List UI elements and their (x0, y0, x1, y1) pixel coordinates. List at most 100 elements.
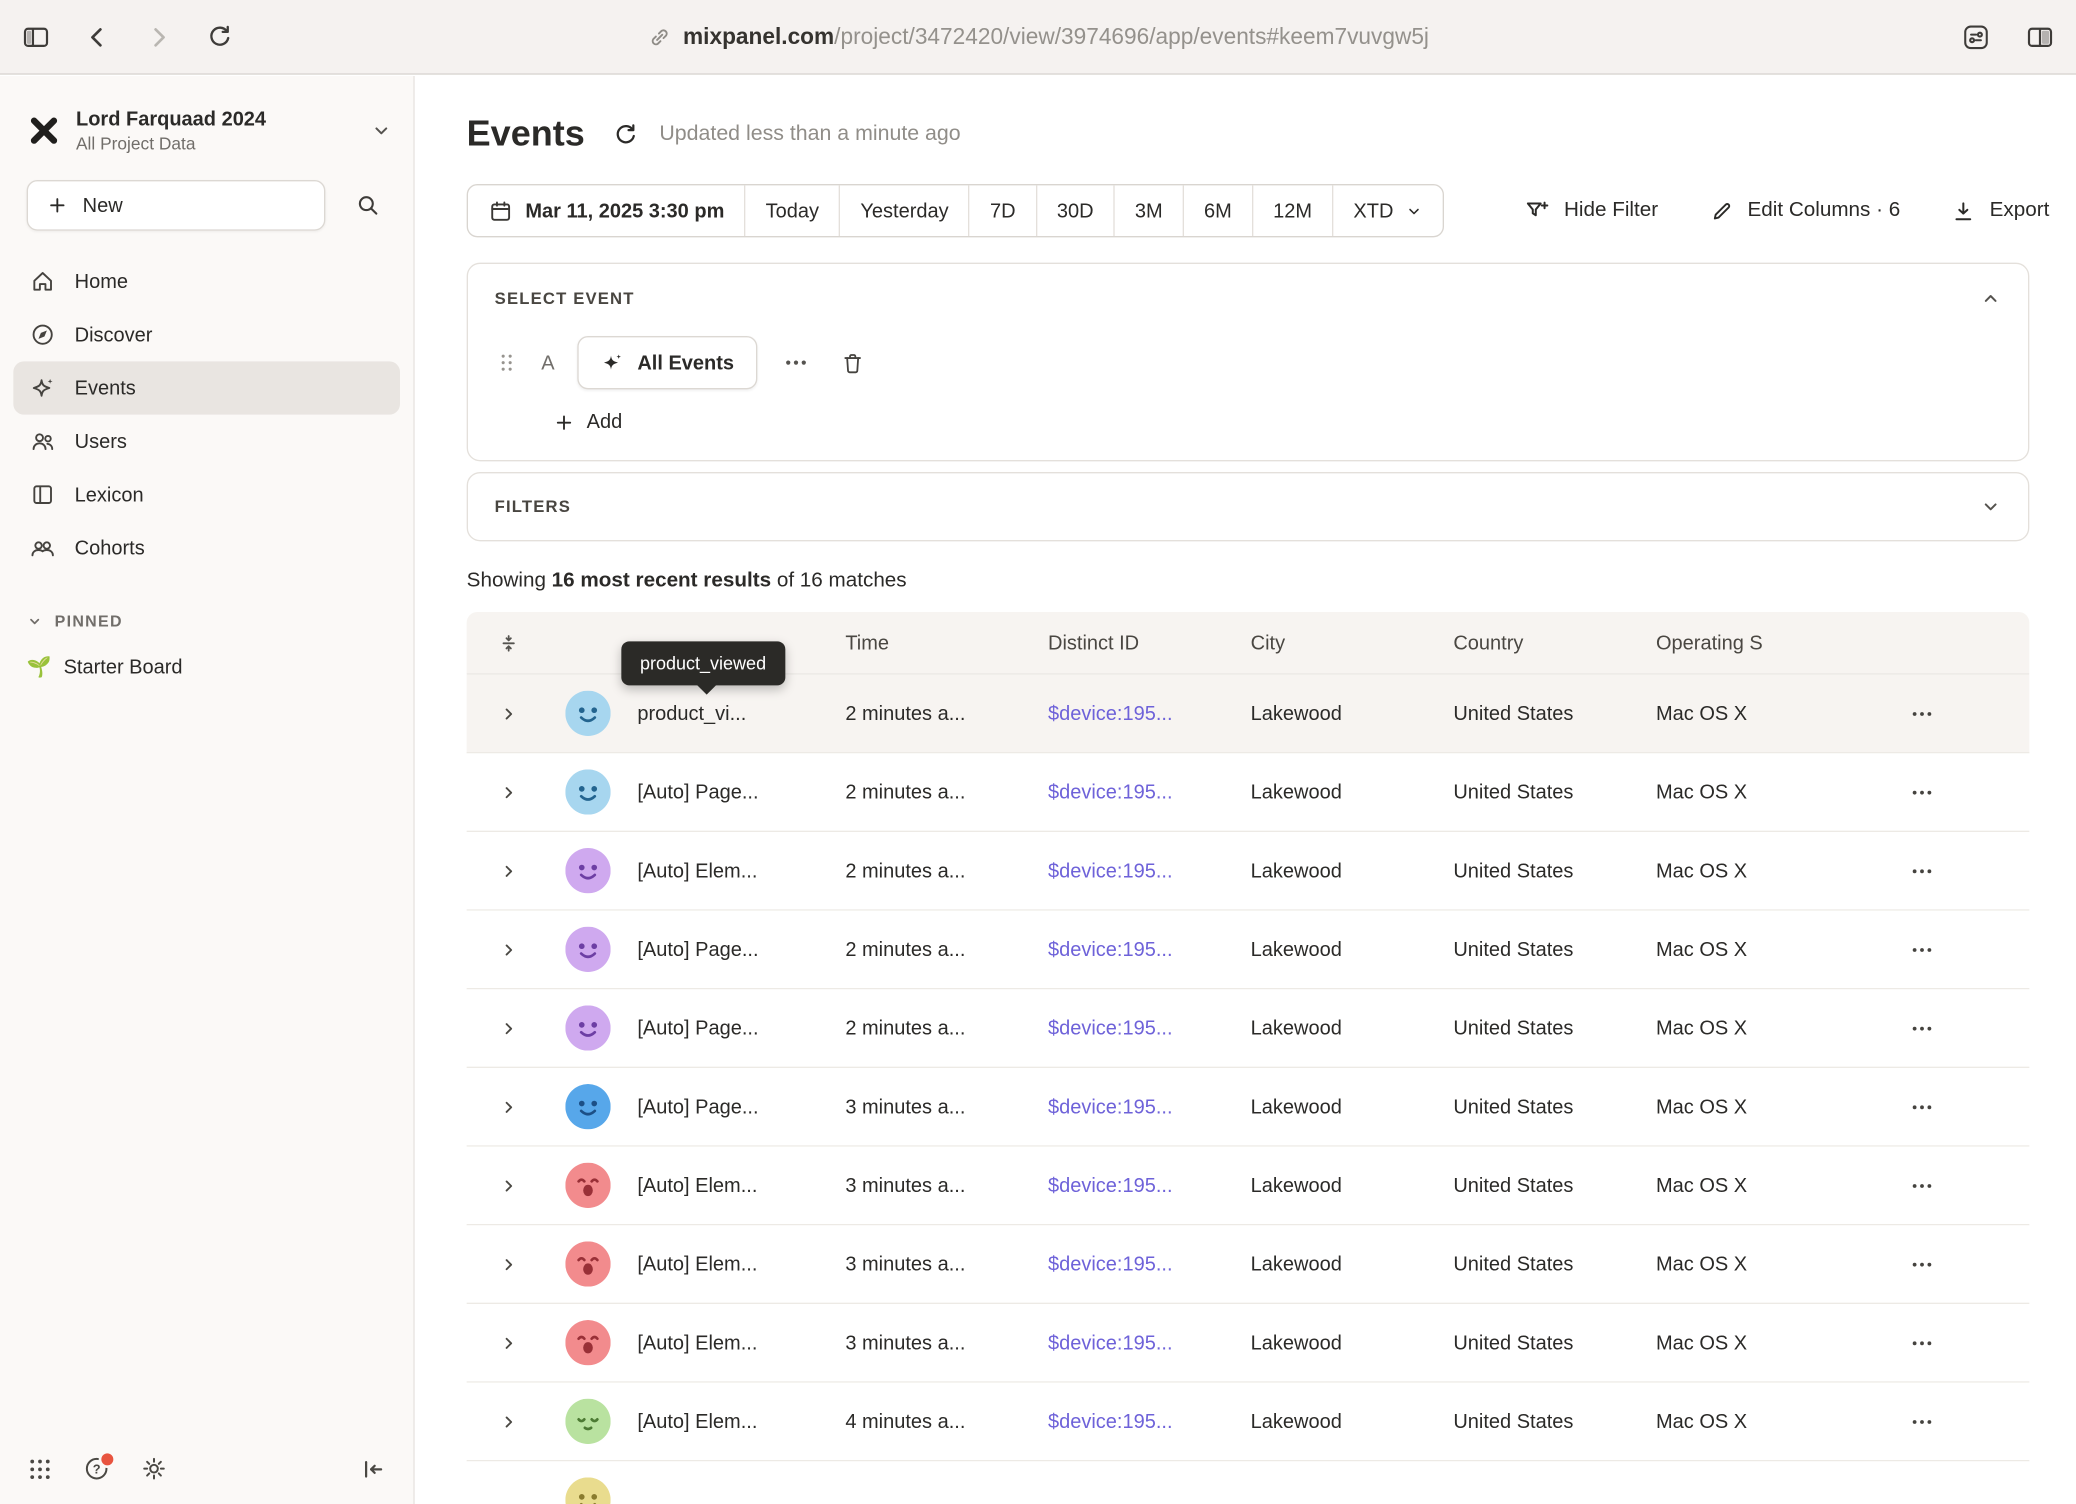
table-row[interactable]: [Auto] Elem... 3 minutes a... $device:19… (467, 1147, 2030, 1226)
range-30d[interactable]: 30D (1036, 185, 1114, 236)
expand-row-button[interactable] (498, 1411, 518, 1431)
table-row[interactable]: [Auto] Page... 2 minutes a... $device:19… (467, 911, 2030, 990)
collapse-select-event-button[interactable] (1980, 288, 2001, 309)
collapse-all-rows-icon[interactable] (497, 631, 520, 654)
row-more-button[interactable] (1907, 695, 1938, 731)
expand-row-button[interactable] (498, 1333, 518, 1353)
table-row[interactable] (467, 1461, 2030, 1504)
row-distinct-id[interactable]: $device:195... (1048, 859, 1173, 882)
row-more-button[interactable] (1907, 1403, 1938, 1439)
row-more-button[interactable] (1907, 1167, 1938, 1203)
row-distinct-id[interactable]: $device:195... (1048, 938, 1173, 961)
browser-reload-button[interactable] (205, 23, 233, 51)
row-distinct-id[interactable]: $device:195... (1048, 1017, 1173, 1040)
browser-extensions-icon[interactable] (1961, 22, 1990, 51)
row-distinct-id[interactable]: $device:195... (1048, 1331, 1173, 1354)
table-row[interactable]: [Auto] Elem... 2 minutes a... $device:19… (467, 832, 2030, 911)
range-12m[interactable]: 12M (1252, 185, 1332, 236)
row-distinct-id[interactable]: $device:195... (1048, 781, 1173, 804)
col-header-os[interactable]: Operating S (1645, 631, 1858, 654)
sidebar-item-discover[interactable]: Discover (13, 308, 400, 361)
date-label: Mar 11, 2025 3:30 pm (525, 199, 724, 222)
browser-sidebar-toggle-icon[interactable] (21, 22, 50, 51)
project-switcher[interactable]: Lord Farquaad 2024 All Project Data (0, 76, 413, 169)
range-today[interactable]: Today (744, 185, 839, 236)
table-row[interactable]: [Auto] Page... 2 minutes a... $device:19… (467, 753, 2030, 832)
delete-event-button[interactable] (834, 345, 870, 381)
settings-button[interactable] (140, 1455, 168, 1483)
expand-row-button[interactable] (498, 1097, 518, 1117)
sidebar-item-home[interactable]: Home (13, 255, 400, 308)
new-button[interactable]: New (27, 180, 326, 231)
col-header-country[interactable]: Country (1443, 631, 1646, 654)
pinned-section-toggle[interactable]: PINNED (0, 575, 413, 644)
hide-filter-button[interactable]: Hide Filter (1524, 197, 1658, 224)
col-header-distinct-id[interactable]: Distinct ID (1037, 631, 1240, 654)
row-country: United States (1453, 1331, 1573, 1354)
event-avatar-icon (565, 848, 610, 893)
expand-row-button[interactable] (498, 1175, 518, 1195)
row-more-button[interactable] (1907, 1325, 1938, 1361)
expand-row-button[interactable] (498, 1018, 518, 1038)
row-more-button[interactable] (1907, 853, 1938, 889)
table-row[interactable]: [Auto] Elem... 3 minutes a... $device:19… (467, 1304, 2030, 1383)
row-event-name: [Auto] Page... (637, 938, 758, 961)
expand-filters-button[interactable] (1980, 496, 2001, 517)
row-more-button[interactable] (1907, 1246, 1938, 1282)
expand-row-button[interactable] (498, 782, 518, 802)
sidebar-item-events[interactable]: Events (13, 361, 400, 414)
table-row[interactable]: [Auto] Elem... 4 minutes a... $device:19… (467, 1383, 2030, 1462)
col-header-time[interactable]: Time (835, 631, 1038, 654)
export-button[interactable]: Export (1951, 198, 2049, 223)
browser-back-button[interactable] (83, 22, 112, 51)
refresh-button[interactable] (611, 121, 638, 148)
row-distinct-id[interactable]: $device:195... (1048, 1253, 1173, 1276)
browser-forward-button[interactable] (144, 22, 173, 51)
apps-grid-button[interactable] (27, 1455, 54, 1482)
table-row[interactable]: [Auto] Elem... 3 minutes a... $device:19… (467, 1225, 2030, 1304)
help-button[interactable]: ? (83, 1455, 111, 1483)
expand-row-button[interactable] (498, 861, 518, 881)
table-row[interactable]: [Auto] Page... 2 minutes a... $device:19… (467, 989, 2030, 1068)
row-more-button[interactable] (1907, 1010, 1938, 1046)
event-selector-chip[interactable]: All Events (577, 336, 756, 389)
drag-handle-icon[interactable] (495, 351, 519, 375)
main-content: Events Updated less than a minute ago Ma… (416, 76, 2076, 1504)
row-distinct-id[interactable]: $device:195... (1048, 702, 1173, 725)
row-country: United States (1453, 1095, 1573, 1118)
range-3m[interactable]: 3M (1114, 185, 1183, 236)
project-name: Lord Farquaad 2024 (76, 108, 356, 131)
range-6m[interactable]: 6M (1183, 185, 1252, 236)
range-xtd[interactable]: XTD (1332, 185, 1443, 236)
sidebar-item-lexicon[interactable]: Lexicon (13, 468, 400, 521)
row-more-button[interactable] (1907, 931, 1938, 967)
sidebar-item-cohorts[interactable]: Cohorts (13, 521, 400, 574)
row-more-button[interactable] (1907, 1089, 1938, 1125)
table-row[interactable]: [Auto] Page... 3 minutes a... $device:19… (467, 1068, 2030, 1147)
collapse-sidebar-button[interactable] (360, 1455, 387, 1482)
row-distinct-id[interactable]: $device:195... (1048, 1410, 1173, 1433)
event-more-button[interactable] (777, 344, 814, 381)
edit-columns-button[interactable]: Edit Columns · 6 (1709, 198, 1900, 223)
col-header-city[interactable]: City (1240, 631, 1443, 654)
range-7d[interactable]: 7D (969, 185, 1036, 236)
row-os: Mac OS X (1656, 938, 1747, 961)
add-event-button[interactable]: Add (553, 411, 622, 434)
row-more-button[interactable] (1907, 774, 1938, 810)
chevron-down-icon (371, 120, 392, 141)
expand-row-button[interactable] (498, 703, 518, 723)
row-event-name: [Auto] Elem... (637, 859, 757, 882)
sidebar-item-starter-board[interactable]: 🌱 Starter Board (0, 644, 413, 689)
expand-row-button[interactable] (498, 1254, 518, 1274)
browser-address-bar[interactable]: mixpanel.com/project/3472420/view/397469… (647, 0, 1429, 75)
date-picker-button[interactable]: Mar 11, 2025 3:30 pm (468, 185, 744, 236)
browser-split-view-icon[interactable] (2025, 22, 2054, 51)
search-button[interactable] (344, 181, 392, 229)
sidebar-item-users[interactable]: Users (13, 415, 400, 468)
range-yesterday[interactable]: Yesterday (839, 185, 969, 236)
expand-row-button[interactable] (498, 939, 518, 959)
row-distinct-id[interactable]: $device:195... (1048, 1095, 1173, 1118)
row-distinct-id[interactable]: $device:195... (1048, 1174, 1173, 1197)
nav-label: Cohorts (75, 537, 145, 560)
users-icon (29, 428, 56, 455)
